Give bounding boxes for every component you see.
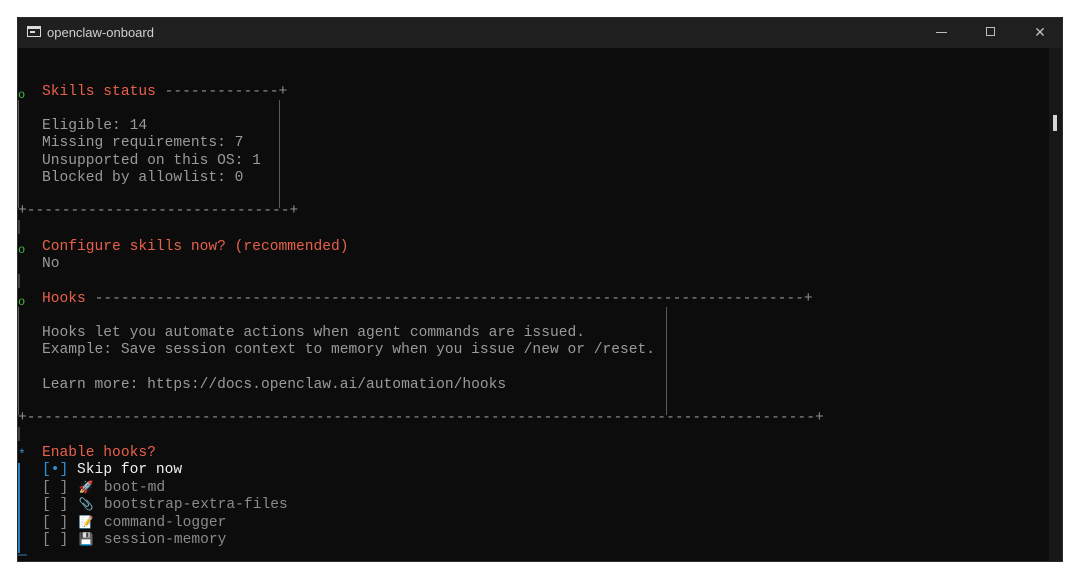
floppy-disk-icon: 💾 bbox=[78, 532, 94, 546]
hook-option-bootstrap-extra-files[interactable]: [ ] 📎 bootstrap-extra-files bbox=[42, 496, 288, 513]
checkbox[interactable]: [ ] bbox=[42, 497, 68, 513]
window-title: openclaw-onboard bbox=[47, 25, 154, 40]
console-output[interactable]: o Skills status -------------+ Eligible:… bbox=[18, 48, 1049, 561]
rocket-icon: 🚀 bbox=[78, 480, 94, 494]
close-button[interactable]: ✕ bbox=[1017, 18, 1062, 48]
box-border-left bbox=[18, 100, 19, 208]
hook-option-command-logger[interactable]: [ ] 📝 command-logger bbox=[42, 514, 226, 531]
hooks-example: Example: Save session context to memory … bbox=[42, 342, 656, 358]
memo-icon: 📝 bbox=[78, 515, 94, 529]
hooks-box-bottom: +---------------------------------------… bbox=[18, 410, 824, 426]
hooks-learn-more[interactable]: Learn more: https://docs.openclaw.ai/aut… bbox=[42, 377, 506, 394]
maximize-icon bbox=[986, 27, 995, 36]
done-marker-icon: o bbox=[18, 295, 26, 309]
skills-status-header: Skills status -------------+ bbox=[42, 84, 287, 101]
option-label: boot-md bbox=[103, 480, 166, 496]
paperclip-icon: 📎 bbox=[78, 497, 94, 511]
box-border: ----------------------------------------… bbox=[94, 291, 813, 307]
hook-option-skip[interactable]: [•] Skip for now bbox=[42, 462, 182, 479]
box-border-right bbox=[666, 307, 667, 415]
skills-eligible: Eligible: 14 bbox=[42, 118, 148, 134]
configure-skills-prompt: Configure skills now? (recommended) bbox=[42, 239, 349, 255]
prompt-footer-line: — bbox=[18, 548, 27, 561]
skills-status-heading: Skills status bbox=[42, 84, 156, 100]
maximize-button[interactable] bbox=[968, 18, 1014, 48]
hook-option-boot-md[interactable]: [ ] 🚀 boot-md bbox=[42, 479, 165, 496]
box-border-left bbox=[18, 307, 19, 415]
active-marker-icon: * bbox=[18, 447, 26, 462]
console-app-icon bbox=[27, 26, 41, 37]
enable-hooks-prompt: Enable hooks? bbox=[42, 445, 156, 461]
checkbox[interactable]: [ ] bbox=[42, 515, 68, 531]
title-bar[interactable]: openclaw-onboard ✕ bbox=[18, 18, 1062, 48]
hook-option-session-memory[interactable]: [ ] 💾 session-memory bbox=[42, 531, 226, 548]
close-icon: ✕ bbox=[1034, 25, 1046, 41]
gutter-line bbox=[18, 427, 20, 441]
checkbox[interactable]: [ ] bbox=[42, 480, 68, 496]
skills-blocked: Blocked by allowlist: 0 bbox=[42, 170, 244, 186]
skills-missing: Missing requirements: 7 bbox=[42, 135, 244, 151]
gutter-line bbox=[18, 220, 20, 234]
hooks-header: Hooks ----------------------------------… bbox=[42, 291, 813, 308]
minimize-icon bbox=[936, 32, 947, 33]
option-label: Skip for now bbox=[77, 462, 183, 478]
hooks-heading: Hooks bbox=[42, 291, 86, 307]
terminal-window: openclaw-onboard ✕ o Skills status -----… bbox=[18, 18, 1062, 561]
box-border: -------------+ bbox=[164, 84, 288, 100]
done-marker-icon: o bbox=[18, 243, 26, 257]
vertical-scrollbar[interactable] bbox=[1049, 48, 1062, 561]
hooks-description: Hooks let you automate actions when agen… bbox=[42, 325, 585, 341]
configure-skills-answer: No bbox=[42, 256, 60, 272]
minimize-button[interactable] bbox=[918, 18, 964, 48]
checkbox[interactable]: [ ] bbox=[42, 532, 68, 548]
done-marker-icon: o bbox=[18, 88, 26, 102]
active-gutter-bar bbox=[18, 463, 20, 553]
box-border-right bbox=[279, 100, 280, 208]
skills-unsupported: Unsupported on this OS: 1 bbox=[42, 153, 261, 169]
option-label: bootstrap-extra-files bbox=[103, 497, 288, 513]
option-label: command-logger bbox=[103, 515, 227, 531]
skills-box-bottom: +------------------------------+ bbox=[18, 203, 299, 219]
gutter-line bbox=[18, 274, 20, 288]
scrollbar-thumb[interactable] bbox=[1053, 115, 1057, 131]
checkbox-selected[interactable]: [•] bbox=[42, 462, 68, 478]
option-label: session-memory bbox=[103, 532, 227, 548]
